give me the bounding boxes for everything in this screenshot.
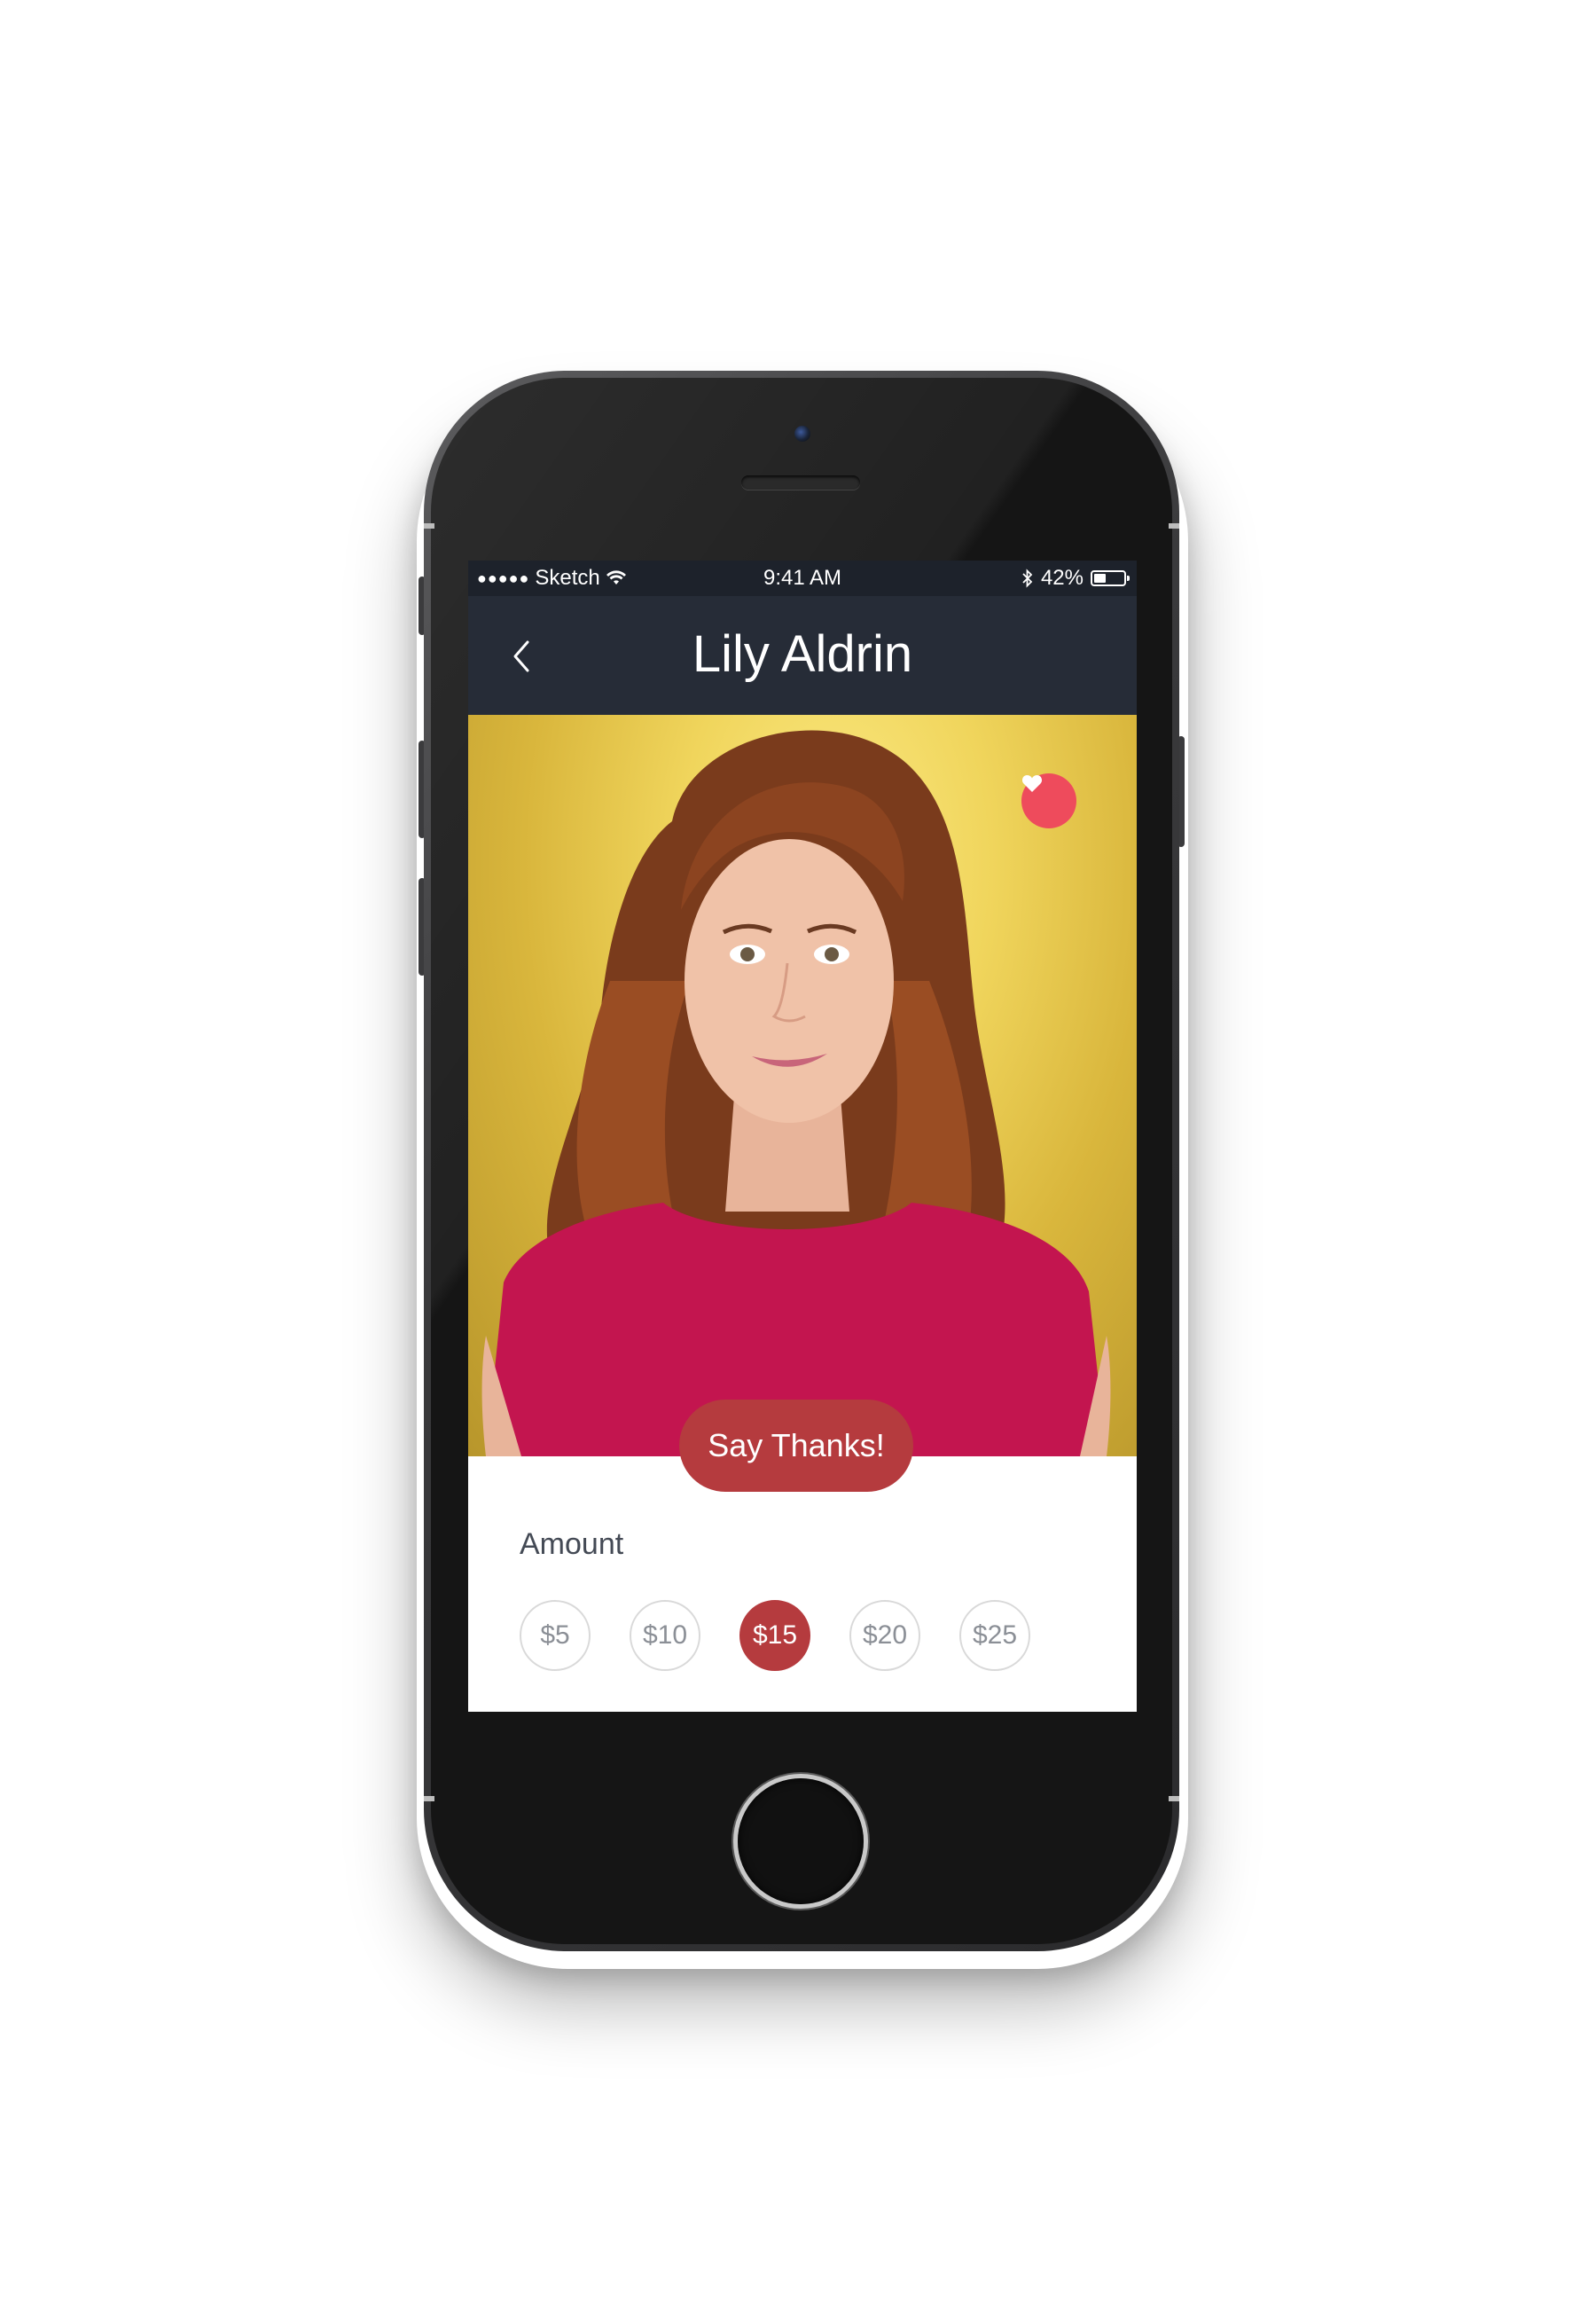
- battery-percent: 42%: [1040, 566, 1084, 590]
- amount-label: Amount: [520, 1527, 624, 1561]
- amount-option-15[interactable]: $15: [739, 1600, 810, 1671]
- antenna-line: [1169, 523, 1179, 529]
- amount-option-25[interactable]: $25: [959, 1600, 1030, 1671]
- heart-icon: [1021, 775, 1043, 792]
- favorite-button[interactable]: [1021, 773, 1076, 828]
- antenna-line: [1169, 1796, 1179, 1801]
- bluetooth-icon: [1022, 569, 1033, 588]
- battery-nub: [1127, 576, 1130, 581]
- portrait-illustration: [481, 730, 1111, 1456]
- profile-photo: [468, 715, 1137, 1456]
- mockup-stage: ●●●●● Sketch 9:41 AM 42% Lily Aldrin Say…: [0, 0, 1596, 2306]
- status-right: 42%: [1021, 566, 1130, 591]
- amount-options: $5 $10 $15 $20 $25: [520, 1600, 1069, 1671]
- amount-option-20[interactable]: $20: [849, 1600, 920, 1671]
- front-camera: [794, 426, 810, 442]
- proximity-sensor: [700, 478, 708, 485]
- page-title: Lily Aldrin: [692, 625, 913, 683]
- amount-option-10[interactable]: $10: [630, 1600, 700, 1671]
- antenna-line: [424, 1796, 434, 1801]
- navigation-bar: Lily Aldrin: [468, 596, 1137, 715]
- home-button[interactable]: [738, 1778, 864, 1904]
- battery-icon: [1091, 570, 1130, 586]
- amount-option-5[interactable]: $5: [520, 1600, 591, 1671]
- antenna-line: [424, 523, 434, 529]
- status-bar: ●●●●● Sketch 9:41 AM 42%: [468, 561, 1137, 596]
- earpiece-speaker: [741, 475, 860, 490]
- app-screen: ●●●●● Sketch 9:41 AM 42% Lily Aldrin Say…: [468, 561, 1137, 1712]
- say-thanks-button[interactable]: Say Thanks!: [679, 1400, 913, 1492]
- battery-level-fill: [1094, 574, 1106, 583]
